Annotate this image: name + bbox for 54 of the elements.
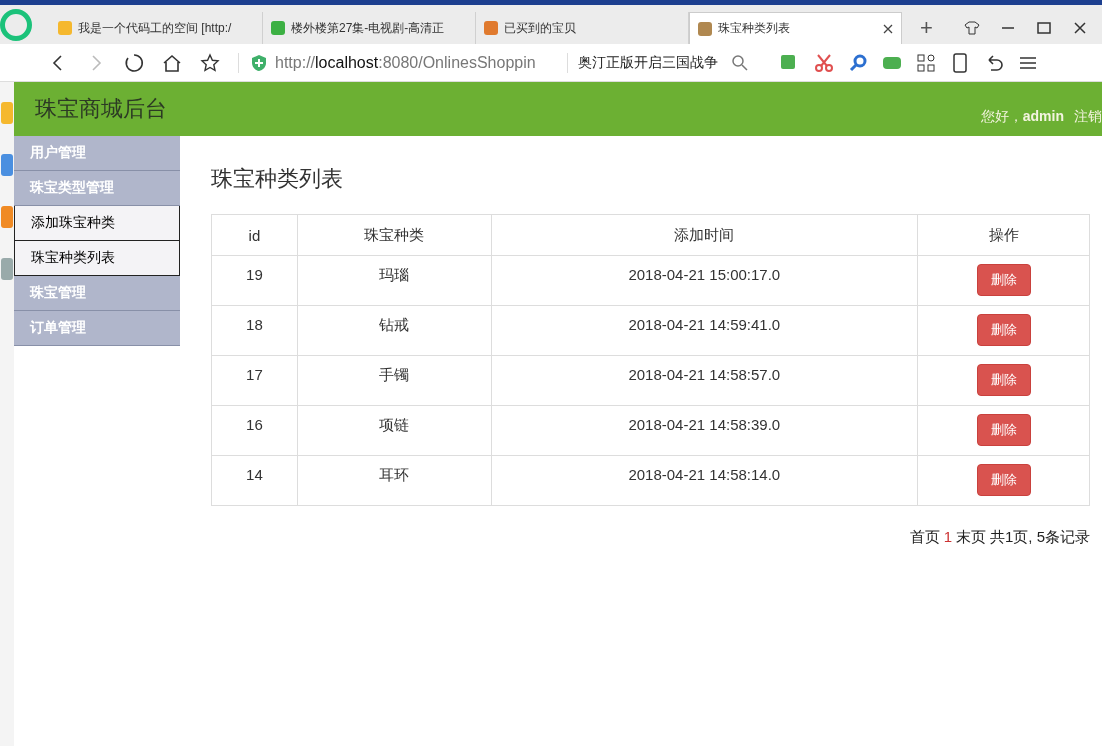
table-cell: 手镯 [297, 355, 492, 406]
favicon-icon [698, 21, 712, 36]
star-icon[interactable] [200, 52, 220, 73]
tablet-icon[interactable] [950, 52, 970, 73]
table-cell: 2018-04-21 14:58:57.0 [491, 355, 918, 406]
table-cell: 19 [211, 255, 298, 306]
menu-item[interactable]: 添加珠宝种类 [14, 206, 180, 241]
favicon-icon [58, 21, 72, 35]
site-title: 珠宝商城后台 [35, 95, 167, 123]
favicon-icon [484, 21, 498, 35]
delete-button[interactable]: 删除 [976, 414, 1031, 446]
close-icon[interactable] [1072, 20, 1088, 36]
reload-icon[interactable] [124, 52, 144, 73]
column-header: id [211, 214, 298, 256]
page-number-link[interactable]: 1 [943, 528, 952, 547]
column-header: 操作 [917, 214, 1090, 256]
apps-icon[interactable] [916, 52, 936, 73]
browser-tab[interactable]: 珠宝种类列表 [689, 12, 902, 44]
search-icon[interactable] [730, 52, 750, 73]
delete-button[interactable]: 删除 [976, 364, 1031, 396]
shield-icon [249, 52, 269, 73]
search-field[interactable]: 奥汀正版开启三国战争 [567, 52, 754, 73]
favicon-icon [271, 21, 285, 35]
delete-button[interactable]: 删除 [976, 464, 1031, 496]
new-tab-button[interactable]: + [916, 15, 937, 41]
table-cell: 16 [211, 405, 298, 456]
table-cell: 2018-04-21 15:00:17.0 [491, 255, 918, 306]
home-icon[interactable] [162, 52, 182, 73]
table-cell: 钻戒 [297, 305, 492, 356]
close-icon[interactable] [883, 23, 893, 34]
table-cell: 2018-04-21 14:59:41.0 [491, 305, 918, 356]
magnifier-icon[interactable] [848, 52, 868, 73]
table-cell: 17 [211, 355, 298, 406]
table-cell: 18 [211, 305, 298, 356]
maximize-icon[interactable] [1036, 20, 1052, 36]
delete-button[interactable]: 删除 [976, 264, 1031, 296]
delete-button[interactable]: 删除 [976, 314, 1031, 346]
table-cell: 耳环 [297, 455, 492, 506]
record-summary: 共1页, 5条记录 [989, 528, 1090, 547]
menu-item[interactable]: 珠宝种类列表 [14, 241, 180, 276]
table-cell: 14 [211, 455, 298, 506]
greeting-text: 您好，admin [980, 108, 1064, 126]
address-field[interactable]: http://localhost:8080/OnlinesShoppin [238, 52, 549, 73]
column-header: 添加时间 [491, 214, 918, 256]
table-cell: 2018-04-21 14:58:14.0 [491, 455, 918, 506]
last-page-link[interactable]: 末页 [955, 528, 986, 547]
column-header: 珠宝种类 [297, 214, 492, 256]
shirt-icon[interactable] [964, 20, 980, 36]
page-title: 珠宝种类列表 [211, 165, 344, 193]
first-page-link[interactable]: 首页 [909, 528, 940, 547]
table-cell: 2018-04-21 14:58:39.0 [491, 405, 918, 456]
table-cell: 玛瑙 [297, 255, 492, 306]
table-cell: 项链 [297, 405, 492, 456]
scissors-icon[interactable] [814, 52, 834, 73]
